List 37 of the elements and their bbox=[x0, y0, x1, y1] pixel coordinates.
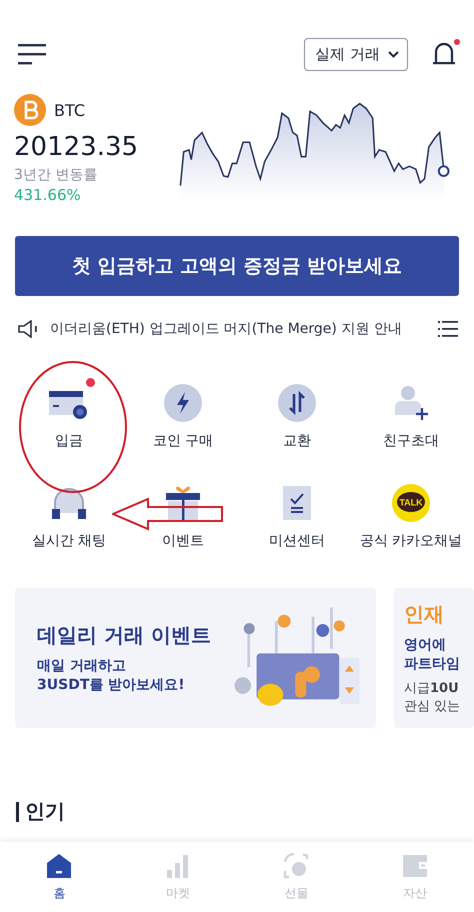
banner-note: 시급10U 관심 있는 bbox=[404, 680, 460, 716]
shortcut-label[interactable]: 교환 bbox=[283, 432, 311, 450]
shortcut-label[interactable]: 친구초대 bbox=[383, 432, 439, 450]
coin-price: 20123.35 bbox=[14, 132, 140, 162]
bitcoin-icon bbox=[14, 94, 46, 126]
banner-title: 인재 bbox=[404, 600, 445, 628]
shortcut-label[interactable]: 이벤트 bbox=[162, 532, 204, 550]
chevron-icon bbox=[388, 50, 399, 58]
talk-label: TALK bbox=[399, 498, 423, 508]
shortcut-label[interactable]: 입금 bbox=[55, 432, 83, 450]
change-percent: 431.66% bbox=[14, 186, 82, 204]
lightning-icon[interactable] bbox=[163, 383, 203, 423]
banner-subtitle: 매일 거래하고 3USDT를 받아보세요! bbox=[37, 656, 186, 694]
event-banner[interactable]: 인재 영어에 파트타임 시급10U 관심 있는 bbox=[394, 588, 474, 728]
banner-title: 데일리 거래 이벤트 bbox=[37, 622, 211, 649]
shortcut-label[interactable]: 코인 구매 bbox=[152, 432, 214, 450]
menu-icon[interactable] bbox=[18, 43, 46, 65]
list-icon[interactable] bbox=[438, 320, 458, 338]
shortcut-label[interactable]: 실시간 채팅 bbox=[32, 532, 106, 550]
coin-symbol: BTC bbox=[54, 100, 85, 120]
mode-dropdown[interactable]: 실제 거래 bbox=[304, 38, 408, 70]
nav-tab[interactable]: 홈 bbox=[0, 842, 118, 912]
wallet-icon bbox=[402, 852, 428, 878]
scan-icon bbox=[283, 852, 310, 878]
speaker-icon bbox=[18, 320, 38, 338]
section-title: 인기 bbox=[25, 798, 65, 825]
bar-chart-icon bbox=[164, 852, 191, 878]
home-icon bbox=[46, 852, 72, 878]
event-banner[interactable]: 데일리 거래 이벤트 매일 거래하고 3USDT를 받아보세요! bbox=[15, 588, 376, 728]
shortcut-label[interactable]: 미션센터 bbox=[269, 532, 325, 550]
banner-subtitle: 영어에 파트타임 bbox=[404, 636, 460, 674]
promo-button[interactable]: 첫 입금하고 고액의 증정금 받아보세요 bbox=[15, 236, 459, 296]
notice-text[interactable]: 이더리움(ETH) 업그레이드 머지(The Merge) 지원 안내 bbox=[50, 320, 426, 338]
change-label: 3년간 변동률 bbox=[14, 166, 98, 184]
chat-bubble-icon[interactable]: TALK bbox=[391, 483, 431, 523]
shortcut-label[interactable]: 공식 카카오채널 bbox=[360, 532, 462, 550]
swap-icon[interactable] bbox=[277, 383, 317, 423]
